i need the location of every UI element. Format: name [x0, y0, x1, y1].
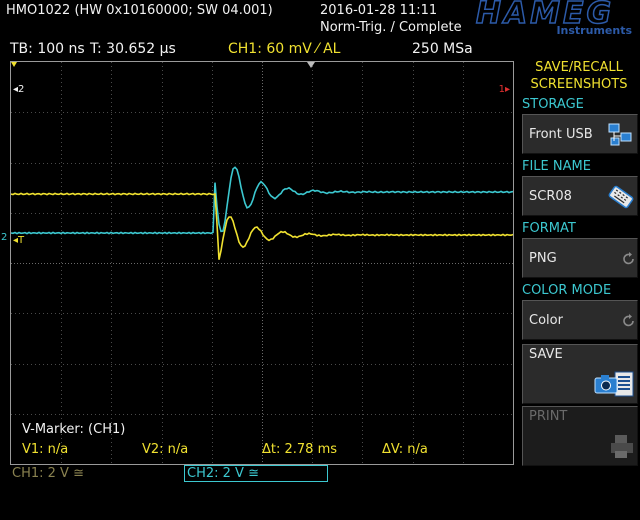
timebase-readout[interactable]: TB: 100 ns	[10, 41, 85, 57]
format-button[interactable]: PNG	[522, 238, 638, 278]
ch2-ground-marker[interactable]: 2	[1, 232, 7, 243]
menu-title-line2: SCREENSHOTS	[530, 77, 628, 92]
vmarker-v2: V2: n/a	[142, 442, 189, 457]
filename-value: SCR08	[529, 189, 572, 204]
save-button[interactable]: SAVE	[522, 344, 638, 404]
print-button[interactable]: PRINT	[522, 406, 638, 466]
vmarker-title: V-Marker: (CH1)	[22, 422, 126, 437]
storage-label: STORAGE	[522, 97, 584, 112]
brand-subtitle: Instruments	[556, 24, 632, 37]
colormode-value: Color	[529, 313, 563, 328]
storage-button[interactable]: Front USB	[522, 114, 638, 154]
colormode-label: COLOR MODE	[522, 283, 612, 298]
usb-folder-icon	[608, 123, 632, 146]
ch1-trigger-readout[interactable]: CH1: 60 mV ⁄ AL	[228, 41, 340, 57]
filename-label: FILE NAME	[522, 159, 591, 174]
ch1-ref-marker[interactable]: 1▸	[499, 84, 510, 95]
trigger-level-marker[interactable]: ◂T	[13, 235, 24, 246]
colormode-button[interactable]: Color	[522, 300, 638, 340]
save-label: SAVE	[529, 347, 563, 362]
storage-value: Front USB	[529, 127, 593, 142]
printer-icon	[611, 435, 633, 458]
device-info: HMO1022 (HW 0x10160000; SW 04.001)	[6, 3, 273, 18]
brand-logo: HAMEG Instruments	[452, 0, 638, 38]
refresh-icon	[623, 314, 634, 327]
format-value: PNG	[529, 251, 557, 266]
camera-icon	[594, 371, 634, 397]
ch1-scale[interactable]: CH1: 2 V ≅	[12, 466, 84, 481]
trigger-status: Norm-Trig. / Complete	[320, 20, 462, 35]
waveform-display[interactable]: ◂2 1▸ ◂T	[10, 61, 514, 465]
datetime: 2016-01-28 11:11	[320, 3, 438, 18]
filename-button[interactable]: SCR08	[522, 176, 638, 216]
format-label: FORMAT	[522, 221, 576, 236]
menu-title-line1: SAVE/RECALL	[535, 60, 623, 75]
save-recall-menu: SAVE/RECALL SCREENSHOTS STORAGE Front US…	[518, 58, 640, 520]
vmarker-delta-v: ΔV: n/a	[382, 442, 428, 457]
ch2-scale[interactable]: CH2: 2 V ≅	[184, 465, 328, 482]
graticule	[11, 62, 513, 464]
ch2-ref-marker[interactable]: ◂2	[13, 84, 24, 95]
sample-rate-readout: 250 MSa	[412, 41, 473, 57]
keyboard-icon	[608, 185, 634, 209]
print-label: PRINT	[529, 409, 568, 424]
trigger-time-readout[interactable]: T: 30.652 µs	[90, 41, 176, 57]
trigger-position-marker[interactable]	[307, 62, 315, 68]
horizontal-position-marker[interactable]	[11, 62, 17, 67]
refresh-icon	[623, 252, 634, 265]
vmarker-v1: V1: n/a	[22, 442, 69, 457]
vmarker-delta-t: Δt: 2.78 ms	[262, 442, 338, 457]
